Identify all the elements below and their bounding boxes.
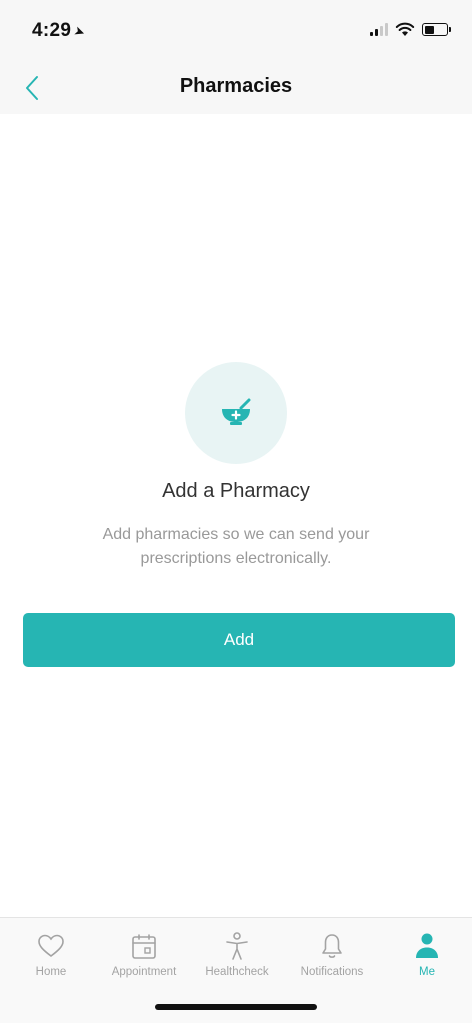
home-indicator[interactable] [155,1004,317,1010]
empty-state: Add a Pharmacy Add pharmacies so we can … [0,362,472,571]
tab-appointment-label: Appointment [111,966,177,978]
status-icons [370,22,451,37]
tab-notifications-label: Notifications [300,966,364,978]
tab-notifications[interactable]: Notifications [285,930,379,978]
heart-icon[interactable] [37,933,65,959]
status-time-text: 4:29 [32,20,72,41]
tab-healthcheck[interactable]: Healthcheck [190,930,284,978]
tab-healthcheck-label: Healthcheck [205,966,269,978]
status-time: 4:29➤ [32,20,88,42]
empty-state-description: Add pharmacies so we can send your presc… [102,526,370,567]
add-pharmacy-button[interactable]: Add [23,613,455,667]
tab-home[interactable]: Home [4,930,98,978]
tab-home-label: Home [35,966,67,978]
battery-icon [422,23,451,36]
empty-state-title: Add a Pharmacy [162,480,310,502]
calendar-icon[interactable] [131,933,157,960]
cellular-signal-icon [370,23,388,36]
tab-me-label: Me [419,966,435,978]
navigation-bar: Pharmacies [0,62,472,114]
person-icon[interactable] [224,931,250,961]
location-arrow-icon: ➤ [72,22,88,41]
bell-icon[interactable] [321,932,343,960]
pharmacy-icon-circle [185,362,287,464]
user-icon[interactable] [414,932,440,960]
tab-appointment[interactable]: Appointment [97,930,191,978]
status-bar: 4:29➤ [0,0,472,62]
mortar-pestle-icon [222,398,251,425]
wifi-icon [395,22,415,36]
tab-me[interactable]: Me [380,930,472,978]
page-title: Pharmacies [179,75,293,97]
